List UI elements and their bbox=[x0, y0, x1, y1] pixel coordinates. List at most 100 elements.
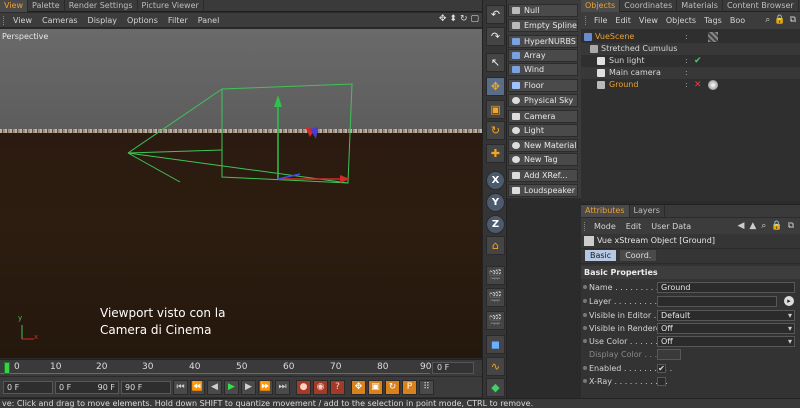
next-key-button[interactable]: ⏩ bbox=[258, 379, 273, 395]
rotation-key-button[interactable]: ↻ bbox=[385, 379, 400, 395]
scale-key-button[interactable]: ▣ bbox=[368, 379, 383, 395]
menu-view[interactable]: View bbox=[635, 16, 662, 25]
undo-icon[interactable]: ↶ bbox=[486, 5, 505, 24]
palette-item-floor[interactable]: Floor bbox=[508, 79, 578, 92]
end-frame-field[interactable]: 90 F bbox=[121, 380, 171, 394]
move-tool-icon[interactable]: ✥ bbox=[486, 77, 505, 96]
go-to-start-button[interactable]: ⏮ bbox=[173, 379, 188, 395]
lock-icon[interactable]: 🔒 bbox=[771, 221, 782, 231]
menu-mode[interactable]: Mode bbox=[589, 222, 621, 231]
render-settings-icon[interactable]: 🎬 bbox=[486, 311, 505, 330]
rotate-tool-icon[interactable]: ↻ bbox=[486, 121, 505, 140]
menu-edit[interactable]: Edit bbox=[621, 222, 647, 231]
x-axis-lock-icon[interactable]: X bbox=[486, 171, 505, 190]
menu-options[interactable]: Options bbox=[122, 16, 163, 25]
tab-render-settings[interactable]: Render Settings bbox=[65, 0, 138, 12]
visible-in-editor-select[interactable]: Default bbox=[657, 310, 795, 321]
current-frame-marker[interactable] bbox=[4, 362, 10, 374]
enabled-checkbox[interactable]: ✔ bbox=[657, 364, 666, 373]
menu-objects[interactable]: Objects bbox=[662, 16, 700, 25]
palette-item-wind[interactable]: Wind bbox=[508, 63, 578, 76]
subtab-coord[interactable]: Coord. bbox=[619, 249, 658, 262]
point-level-button[interactable]: ⠿ bbox=[419, 379, 434, 395]
autokey-button[interactable]: ◉ bbox=[313, 379, 328, 395]
visible-in-renderer-select[interactable]: Off bbox=[657, 323, 795, 334]
tab-attributes[interactable]: Attributes bbox=[581, 205, 630, 217]
subtab-basic[interactable]: Basic bbox=[584, 249, 618, 262]
tab-materials[interactable]: Materials bbox=[677, 0, 723, 12]
menu-cameras[interactable]: Cameras bbox=[37, 16, 83, 25]
back-arrow-icon[interactable]: ◀ bbox=[737, 221, 744, 231]
live-select-icon[interactable]: ↖ bbox=[486, 53, 505, 72]
palette-item-array[interactable]: Array bbox=[508, 49, 578, 62]
render-view-icon[interactable]: 🎬 bbox=[486, 266, 505, 285]
keyframe-selection-button[interactable]: ? bbox=[330, 379, 345, 395]
menu-display[interactable]: Display bbox=[83, 16, 123, 25]
palette-item-loudspeaker[interactable]: Loudspeaker bbox=[508, 184, 578, 197]
next-frame-button[interactable]: ▶ bbox=[241, 379, 256, 395]
object-row-sun-light[interactable]: Sun light : ✔ bbox=[581, 55, 800, 67]
palette-item-physical-sky[interactable]: Physical Sky bbox=[508, 94, 578, 107]
display-color-swatch[interactable] bbox=[657, 349, 681, 360]
object-row-stretched-cumulus[interactable]: Stretched Cumulus bbox=[581, 43, 800, 55]
param-key-button[interactable]: P bbox=[402, 379, 417, 395]
search-icon[interactable]: ⌕ bbox=[765, 15, 770, 25]
palette-item-hypernurbs[interactable]: HyperNURBS bbox=[508, 35, 578, 48]
x-ray-checkbox[interactable] bbox=[657, 377, 666, 386]
perspective-viewport[interactable]: Perspective y x Viewport visto con la Ca… bbox=[0, 29, 482, 358]
tab-objects[interactable]: Objects bbox=[581, 0, 621, 12]
search-icon[interactable]: ⌕ bbox=[761, 221, 766, 231]
scale-tool-icon[interactable]: ▣ bbox=[486, 100, 505, 119]
animation-dot[interactable] bbox=[583, 285, 587, 289]
layer-field[interactable] bbox=[657, 296, 777, 307]
disabled-x-icon[interactable]: ✕ bbox=[694, 80, 704, 90]
menu-bookmarks[interactable]: Boo bbox=[726, 16, 749, 25]
menu-file[interactable]: File bbox=[590, 16, 611, 25]
world-coord-icon[interactable]: ⌂ bbox=[486, 236, 505, 255]
visibility-dots[interactable]: : bbox=[685, 79, 689, 91]
layer-picker-icon[interactable]: ▸ bbox=[784, 296, 794, 306]
palette-item-new-material[interactable]: New Material bbox=[508, 139, 578, 152]
menu-panel[interactable]: Panel bbox=[193, 16, 225, 25]
z-axis-lock-icon[interactable]: Z bbox=[486, 215, 505, 234]
menu-tags[interactable]: Tags bbox=[700, 16, 726, 25]
preview-range-slider[interactable]: 0 F 90 F bbox=[55, 380, 119, 394]
up-arrow-icon[interactable]: ▲ bbox=[749, 221, 756, 231]
palette-item-camera[interactable]: Camera bbox=[508, 110, 578, 123]
animation-dot[interactable] bbox=[583, 339, 587, 343]
palette-item-empty-spline[interactable]: Empty Spline bbox=[508, 19, 578, 32]
timeline-ruler[interactable]: 0 10 20 30 40 50 60 70 80 90 0 F bbox=[0, 359, 482, 376]
tab-view[interactable]: View bbox=[0, 0, 28, 12]
palette-item-null[interactable]: Null bbox=[508, 4, 578, 17]
maximize-view-icon[interactable]: ▢ bbox=[470, 14, 479, 24]
animation-dot[interactable] bbox=[583, 366, 587, 370]
move-gizmo[interactable] bbox=[274, 95, 350, 183]
animation-dot[interactable] bbox=[583, 379, 587, 383]
animation-dot[interactable] bbox=[583, 299, 587, 303]
move-view-icon[interactable]: ✥ bbox=[439, 14, 447, 24]
palette-item-light[interactable]: Light bbox=[508, 124, 578, 137]
object-row-main-camera[interactable]: Main camera : bbox=[581, 67, 800, 79]
tab-layers[interactable]: Layers bbox=[630, 205, 665, 217]
grip-handle[interactable] bbox=[585, 16, 588, 25]
camera-frustum[interactable] bbox=[127, 83, 353, 184]
enabled-check-icon[interactable]: ✔ bbox=[694, 56, 704, 66]
render-picture-icon[interactable]: 🎬 bbox=[486, 288, 505, 307]
prev-key-button[interactable]: ⏪ bbox=[190, 379, 205, 395]
visibility-dots[interactable]: : bbox=[685, 55, 689, 67]
y-axis-lock-icon[interactable]: Y bbox=[486, 193, 505, 212]
palette-item-new-tag[interactable]: New Tag bbox=[508, 153, 578, 166]
object-row-ground[interactable]: Ground : ✕ bbox=[581, 79, 800, 91]
new-window-icon[interactable]: ⧉ bbox=[790, 15, 796, 25]
cube-primitive-icon[interactable]: ◼ bbox=[486, 335, 505, 354]
nurbs-icon[interactable]: ◆ bbox=[486, 378, 505, 397]
palette-item-add-xref[interactable]: Add XRef... bbox=[508, 169, 578, 182]
menu-view[interactable]: View bbox=[8, 16, 37, 25]
visibility-dots[interactable]: : bbox=[685, 67, 689, 79]
add-object-icon[interactable]: ✚ bbox=[486, 144, 505, 163]
tab-coordinates[interactable]: Coordinates bbox=[620, 0, 678, 12]
grip-handle[interactable] bbox=[584, 221, 587, 231]
texture-tag-icon[interactable] bbox=[708, 32, 718, 42]
lock-icon[interactable]: 🔒 bbox=[774, 15, 785, 25]
go-to-end-button[interactable]: ⏭ bbox=[275, 379, 290, 395]
